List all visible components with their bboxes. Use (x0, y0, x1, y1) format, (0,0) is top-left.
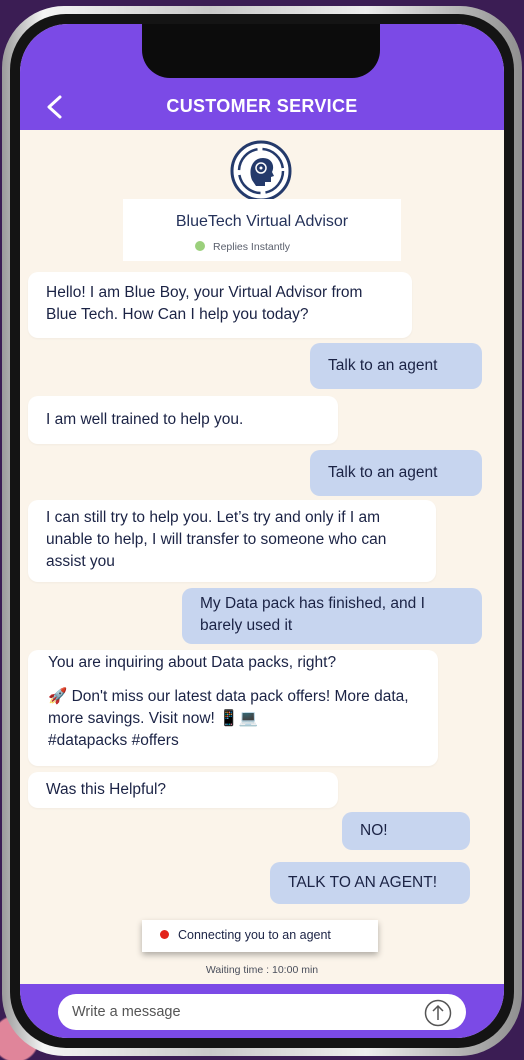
bot-message: I am well trained to help you. (28, 396, 338, 444)
online-status-dot (195, 241, 205, 251)
waiting-time: Waiting time : 10:00 min (205, 964, 319, 976)
hashtags: #datapacks #offers (48, 732, 179, 749)
bot-message-line: 🚀 Don't miss our latest data pack offers… (48, 688, 409, 727)
user-message: Talk to an agent (310, 450, 482, 496)
user-message: TALK TO AN AGENT! (270, 862, 470, 904)
bot-message: I can still try to help you. Let’s try a… (28, 500, 436, 582)
bot-message: Hello! I am Blue Boy, your Virtual Advis… (28, 272, 412, 338)
bot-message-line: You are inquiring about Data packs, righ… (48, 654, 337, 671)
connecting-dot (160, 930, 169, 939)
advisor-card: BlueTech Virtual Advisor Replies Instant… (123, 199, 401, 261)
bot-message-offer: You are inquiring about Data packs, righ… (28, 650, 438, 766)
message-input[interactable] (58, 994, 466, 1030)
camera-notch (142, 24, 380, 78)
user-message: My Data pack has finished, and I barely … (182, 588, 482, 644)
user-message: NO! (342, 812, 470, 850)
chat-screen: CUSTOMER SERVICE BlueTech Virtual Adviso… (20, 24, 504, 1038)
connecting-text: Connecting you to an agent (178, 928, 331, 942)
advisor-status: Replies Instantly (213, 241, 291, 253)
connecting-status-box: Connecting you to an agent (142, 920, 378, 952)
bot-message: Was this Helpful? (28, 772, 338, 808)
arrow-up-circle-icon[interactable] (424, 999, 452, 1027)
phone-bezel: CUSTOMER SERVICE BlueTech Virtual Adviso… (10, 14, 514, 1048)
phone-frame: CUSTOMER SERVICE BlueTech Virtual Adviso… (2, 6, 522, 1056)
user-message: Talk to an agent (310, 343, 482, 389)
page-title: CUSTOMER SERVICE (166, 96, 358, 116)
advisor-name: BlueTech Virtual Advisor (175, 213, 349, 230)
brain-head-icon (230, 140, 292, 202)
